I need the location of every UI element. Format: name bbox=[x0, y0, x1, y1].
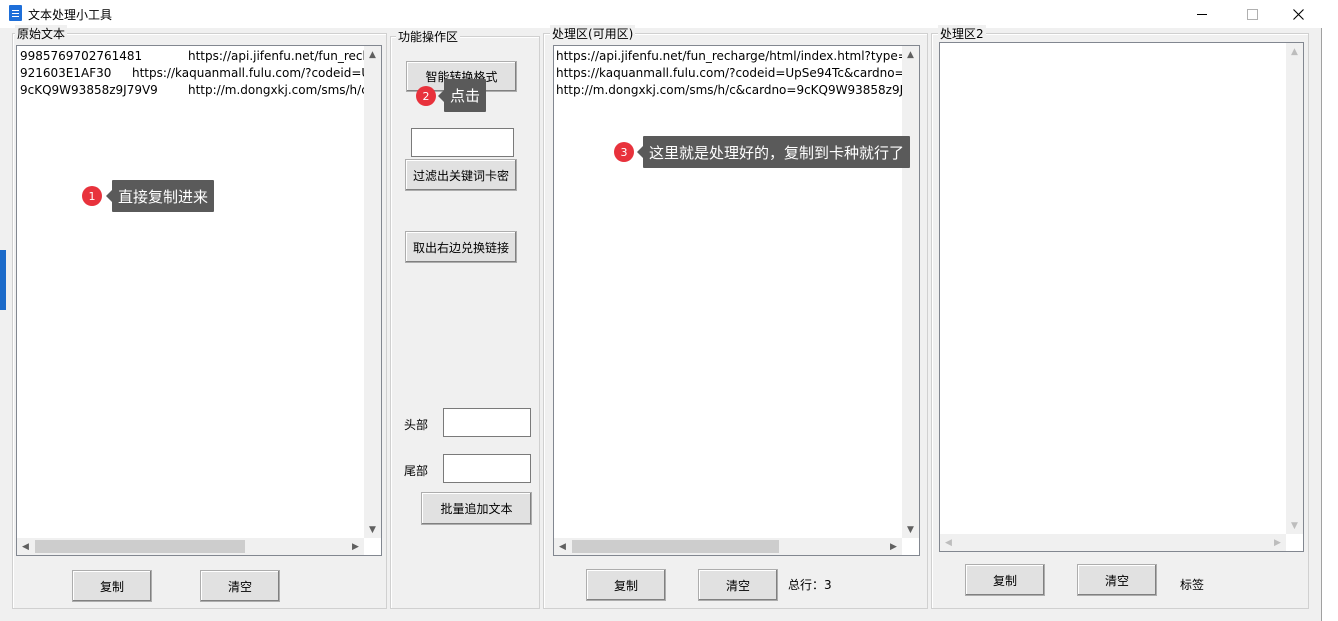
annotation-badge: 1 bbox=[82, 186, 102, 206]
operations-group-label: 功能操作区 bbox=[396, 28, 461, 45]
processed-line: https://kaquanmall.fulu.com/?codeid=UpSe… bbox=[556, 66, 913, 80]
tail-input[interactable] bbox=[443, 454, 531, 483]
batch-append-button[interactable]: 批量追加文本 bbox=[421, 492, 532, 525]
processed-text-area[interactable]: https://api.jifenfu.net/fun_recharge/htm… bbox=[553, 45, 920, 556]
scroll-up-icon[interactable]: ▲ bbox=[364, 46, 381, 63]
original-line-code: 9cKQ9W93858z9J79V9 bbox=[20, 83, 158, 97]
processed-horizontal-scrollbar[interactable]: ◀ ▶ bbox=[554, 538, 902, 555]
scroll-left-icon[interactable]: ◀ bbox=[940, 534, 957, 551]
processed2-group-label: 处理区2 bbox=[938, 25, 986, 42]
processed2-text-area[interactable]: ▲ ▼ ◀ ▶ bbox=[939, 42, 1304, 552]
scrollbar-thumb[interactable] bbox=[572, 540, 779, 553]
scroll-left-icon[interactable]: ◀ bbox=[554, 538, 571, 555]
document-icon bbox=[9, 5, 22, 21]
filter-keyword-button[interactable]: 过滤出关键词卡密 bbox=[405, 159, 517, 191]
annotation-tooltip: 这里就是处理好的，复制到卡种就行了 bbox=[636, 136, 911, 168]
maximize-button[interactable] bbox=[1229, 0, 1275, 28]
original-line-code: 9985769702761481 bbox=[20, 49, 143, 63]
scroll-down-icon[interactable]: ▼ bbox=[364, 521, 381, 538]
original-text-group-label: 原始文本 bbox=[15, 25, 68, 42]
scroll-down-icon[interactable]: ▼ bbox=[902, 521, 919, 538]
original-line-code: 921603E1AF30 bbox=[20, 66, 112, 80]
processed-group-label: 处理区(可用区) bbox=[550, 25, 636, 42]
annotation-badge: 2 bbox=[416, 86, 436, 106]
processed-clear-button[interactable]: 清空 bbox=[698, 569, 778, 601]
scroll-down-icon[interactable]: ▼ bbox=[1286, 517, 1303, 534]
processed-copy-button[interactable]: 复制 bbox=[586, 569, 666, 601]
total-lines-label: 总行：3 bbox=[788, 578, 832, 592]
head-label: 头部 bbox=[404, 418, 429, 432]
maximize-icon bbox=[1246, 8, 1258, 20]
scroll-right-icon[interactable]: ▶ bbox=[1269, 534, 1286, 551]
processed-line: http://m.dongxkj.com/sms/h/c&cardno=9cKQ… bbox=[556, 83, 911, 97]
scrollbar-thumb[interactable] bbox=[35, 540, 245, 553]
scroll-right-icon[interactable]: ▶ bbox=[347, 538, 364, 555]
head-input[interactable] bbox=[443, 408, 531, 437]
original-horizontal-scrollbar[interactable]: ◀ ▶ bbox=[17, 538, 364, 555]
original-line-url: http://m.dongxkj.com/sms/h/c bbox=[188, 83, 368, 97]
tag-label: 标签 bbox=[1180, 578, 1205, 592]
original-line-url: https://kaquanmall.fulu.com/?codeid=U bbox=[132, 66, 371, 80]
minimize-icon bbox=[1197, 13, 1207, 15]
title-bar[interactable] bbox=[0, 0, 1322, 28]
processed-vertical-scrollbar[interactable]: ▲ ▼ bbox=[902, 46, 919, 538]
processed2-vertical-scrollbar[interactable]: ▲ ▼ bbox=[1286, 43, 1303, 534]
original-vertical-scrollbar[interactable]: ▲ ▼ bbox=[364, 46, 381, 538]
original-line-url: https://api.jifenfu.net/fun_recha bbox=[188, 49, 378, 63]
minimize-button[interactable] bbox=[1179, 0, 1225, 28]
annotation-tooltip: 点击 bbox=[437, 79, 487, 112]
processed-line: https://api.jifenfu.net/fun_recharge/htm… bbox=[556, 49, 920, 63]
tail-label: 尾部 bbox=[404, 464, 429, 478]
extract-link-button[interactable]: 取出右边兑换链接 bbox=[405, 231, 517, 263]
processed2-clear-button[interactable]: 清空 bbox=[1077, 564, 1157, 596]
scroll-up-icon[interactable]: ▲ bbox=[1286, 43, 1303, 60]
processed2-copy-button[interactable]: 复制 bbox=[965, 564, 1045, 596]
processed2-horizontal-scrollbar[interactable]: ◀ ▶ bbox=[940, 534, 1286, 551]
close-icon bbox=[1292, 8, 1304, 20]
annotation-badge: 3 bbox=[614, 142, 634, 162]
window-title: 文本处理小工具 bbox=[28, 8, 113, 22]
original-text-area[interactable]: 9985769702761481 https://api.jifenfu.net… bbox=[16, 45, 382, 556]
original-copy-button[interactable]: 复制 bbox=[72, 570, 152, 602]
original-clear-button[interactable]: 清空 bbox=[200, 570, 280, 602]
filter-keyword-input[interactable] bbox=[411, 128, 514, 157]
scroll-left-icon[interactable]: ◀ bbox=[17, 538, 34, 555]
scroll-up-icon[interactable]: ▲ bbox=[902, 46, 919, 63]
scroll-right-icon[interactable]: ▶ bbox=[885, 538, 902, 555]
background-window-strip bbox=[0, 250, 6, 310]
close-button[interactable] bbox=[1275, 0, 1321, 28]
annotation-tooltip: 直接复制进来 bbox=[105, 180, 215, 212]
